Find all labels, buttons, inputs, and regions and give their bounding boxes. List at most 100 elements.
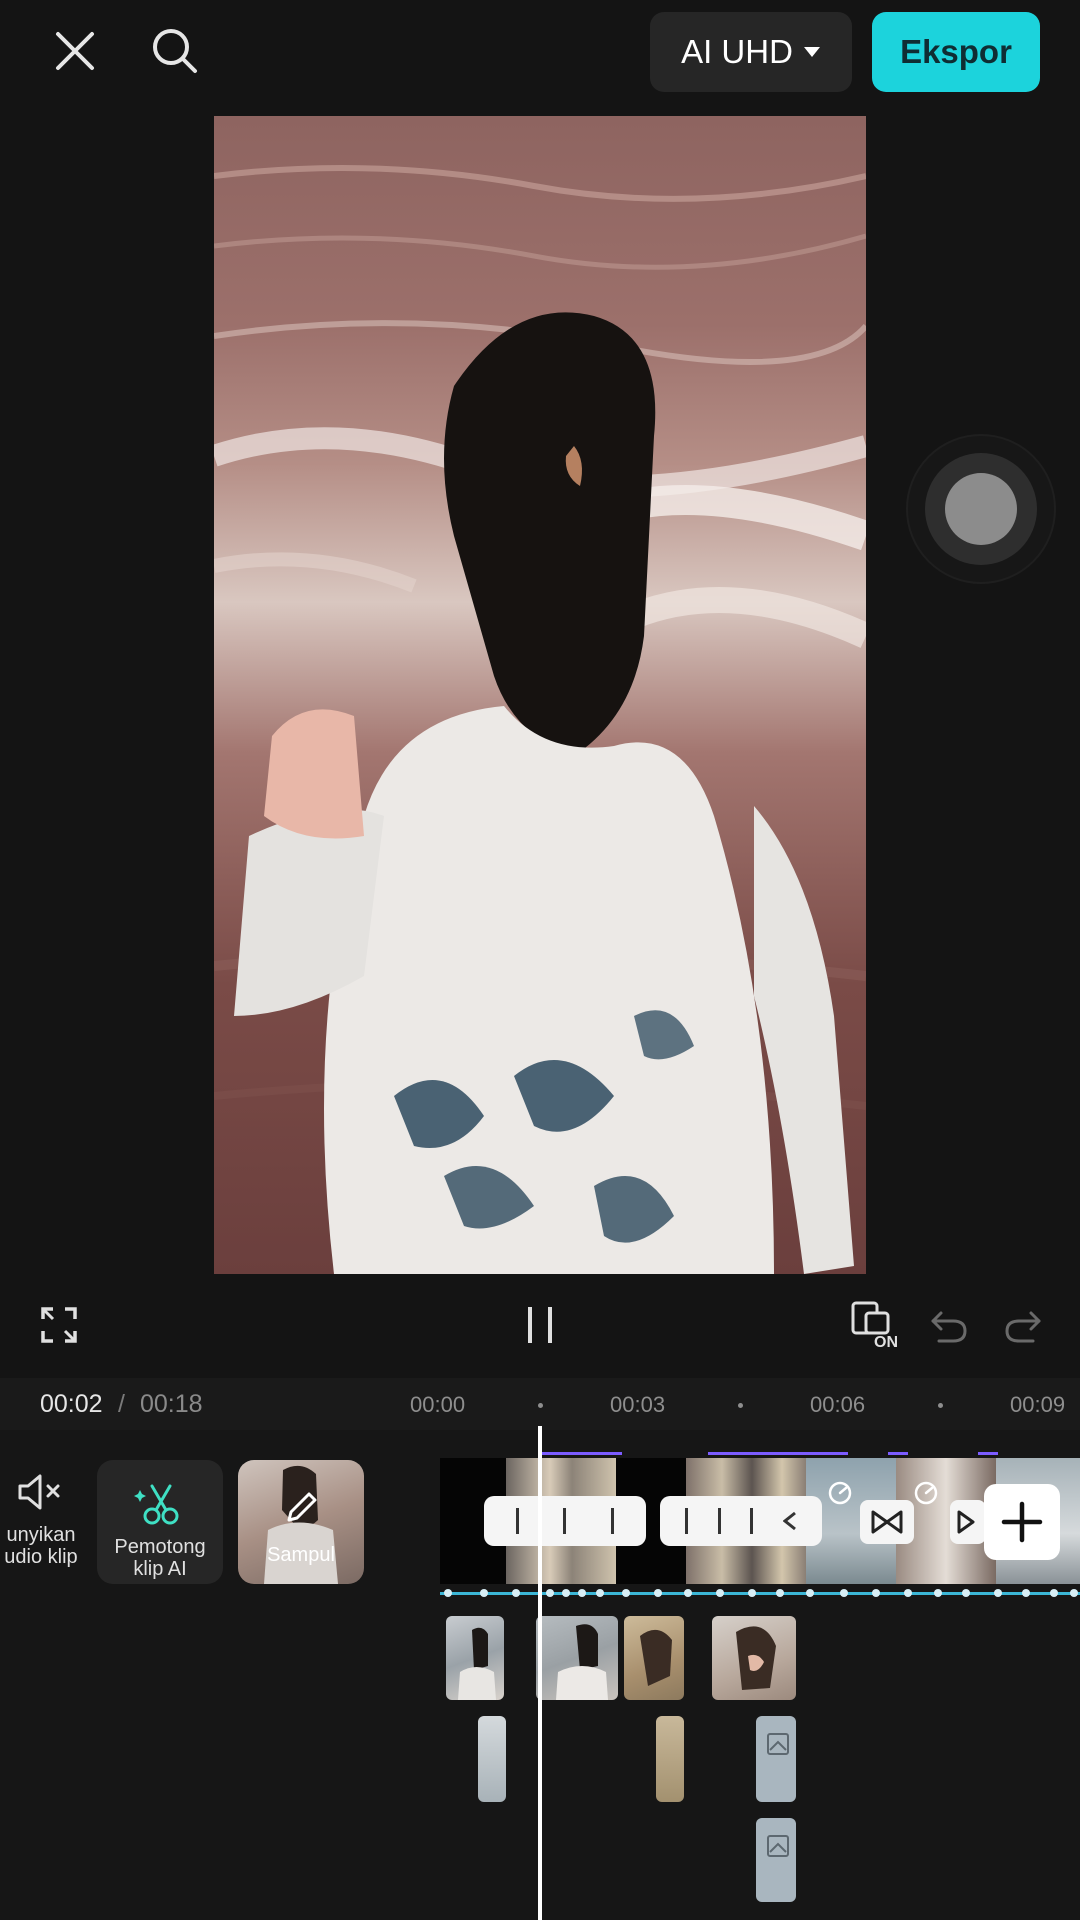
speed-badge (906, 1476, 946, 1510)
fullscreen-button[interactable] (24, 1290, 94, 1360)
overlay-clip[interactable] (712, 1616, 796, 1700)
waveform-dot (962, 1589, 970, 1597)
waveform-dot (578, 1589, 586, 1597)
transition-button[interactable] (950, 1500, 986, 1544)
export-label: Ekspor (900, 33, 1012, 70)
tick-label: 00:03 (610, 1392, 666, 1417)
trim-handle-grip (684, 1508, 688, 1534)
waveform-dot (806, 1589, 814, 1597)
overlay-thumbnail-image (640, 1629, 672, 1686)
ai-scissors-icon (134, 1484, 179, 1525)
tick-label: 00:06 (810, 1392, 866, 1417)
cover-button[interactable]: Sampul (238, 1460, 364, 1584)
waveform-dot (994, 1589, 1002, 1597)
add-clip-button[interactable] (984, 1484, 1060, 1560)
overlay-clip[interactable] (624, 1616, 684, 1700)
keyframe-toggle-button[interactable]: ON (838, 1290, 918, 1360)
preview-frame-image (214, 165, 866, 1274)
tick-label: 00:09 (1010, 1392, 1066, 1417)
clip-marker (540, 1452, 622, 1455)
resolution-dropdown[interactable]: AI UHD (650, 12, 852, 92)
top-bar: AI UHD Ekspor (0, 0, 1080, 110)
transition-icon (871, 1510, 903, 1534)
waveform-dot (444, 1589, 452, 1597)
mute-audio-clip-button[interactable]: unyikan udio klip (0, 1472, 82, 1568)
fullscreen-icon (41, 1307, 77, 1343)
image-icon (767, 1733, 789, 1755)
speed-icon (914, 1481, 938, 1505)
clip-marker (888, 1452, 908, 1455)
floating-button-ring (925, 453, 1037, 565)
close-icon (56, 32, 94, 70)
close-button[interactable] (40, 16, 110, 86)
time-ruler: 00:02 / 00:18 00:00 00:03 00:06 00:09 (0, 1378, 1080, 1430)
overlay-thumbnail-image (556, 1624, 608, 1700)
audio-waveform-line (440, 1592, 1080, 1595)
ai-cutter-label-line2: klip AI (133, 1558, 187, 1580)
tick-dot (738, 1403, 743, 1408)
total-time: 00:18 (140, 1390, 203, 1418)
search-icon (153, 29, 197, 73)
redo-button[interactable] (988, 1290, 1058, 1360)
caret-down-icon (803, 47, 820, 57)
floating-button-dot (945, 473, 1017, 545)
waveform-dot (622, 1589, 630, 1597)
tick-dot (538, 1403, 543, 1408)
transition-icon (957, 1510, 975, 1534)
ai-cutter-label: Pemotong klip AI (97, 1536, 223, 1580)
waveform-dot (904, 1589, 912, 1597)
redo-icon (1005, 1311, 1041, 1343)
waveform-dot (480, 1589, 488, 1597)
pause-button[interactable] (505, 1290, 575, 1360)
pause-icon (528, 1307, 552, 1343)
trim-handle-grip (516, 1508, 520, 1534)
trim-handle-grip (610, 1508, 614, 1534)
export-button[interactable]: Ekspor (872, 12, 1040, 92)
undo-button[interactable] (914, 1290, 984, 1360)
waveform-dot (1050, 1589, 1058, 1597)
waveform-dot (776, 1589, 784, 1597)
clip-marker (708, 1452, 848, 1455)
time-separator: / (118, 1390, 125, 1418)
tick-dot (938, 1403, 943, 1408)
waveform-dot (684, 1589, 692, 1597)
overlay-clip[interactable] (536, 1616, 618, 1700)
overlay-clip[interactable] (756, 1716, 796, 1802)
mute-label-line1: unyikan (6, 1524, 76, 1546)
waveform-dot (716, 1589, 724, 1597)
waveform-dot (872, 1589, 880, 1597)
trim-handle[interactable] (660, 1496, 822, 1546)
playback-controls: ON (0, 1290, 1080, 1360)
waveform-dot (748, 1589, 756, 1597)
edit-pencil-icon (287, 1492, 317, 1522)
trim-handle[interactable] (484, 1496, 646, 1546)
waveform-dot (1022, 1589, 1030, 1597)
waveform-dot (546, 1589, 554, 1597)
speaker-mute-icon (18, 1474, 60, 1510)
ai-cutter-label-line1: Pemotong (114, 1536, 206, 1558)
waveform-dot (934, 1589, 942, 1597)
waveform-dot (654, 1589, 662, 1597)
overlay-clip[interactable] (446, 1616, 504, 1700)
resolution-label: AI UHD (681, 33, 793, 70)
mute-label-line2: udio klip (4, 1546, 78, 1568)
undo-icon (931, 1311, 967, 1343)
trim-handle-grip (563, 1508, 567, 1534)
playhead[interactable] (538, 1426, 542, 1920)
waveform-dot (596, 1589, 604, 1597)
search-button[interactable] (140, 16, 210, 86)
overlay-clip[interactable] (656, 1716, 684, 1802)
tick-label: 00:00 (410, 1392, 466, 1417)
overlay-clip[interactable] (478, 1716, 506, 1802)
waveform-dot (1070, 1589, 1078, 1597)
plus-icon (1001, 1501, 1043, 1543)
keyframe-toggle-label: ON (874, 1334, 898, 1351)
overlay-thumbnail-image (458, 1627, 496, 1700)
ai-clip-cutter-button[interactable]: Pemotong klip AI (97, 1460, 223, 1584)
video-preview[interactable] (214, 116, 866, 1274)
waveform-dot (840, 1589, 848, 1597)
speed-badge (820, 1476, 860, 1510)
overlay-clip[interactable] (756, 1818, 796, 1902)
current-time: 00:02 (40, 1390, 103, 1418)
floating-record-button[interactable] (906, 434, 1056, 584)
